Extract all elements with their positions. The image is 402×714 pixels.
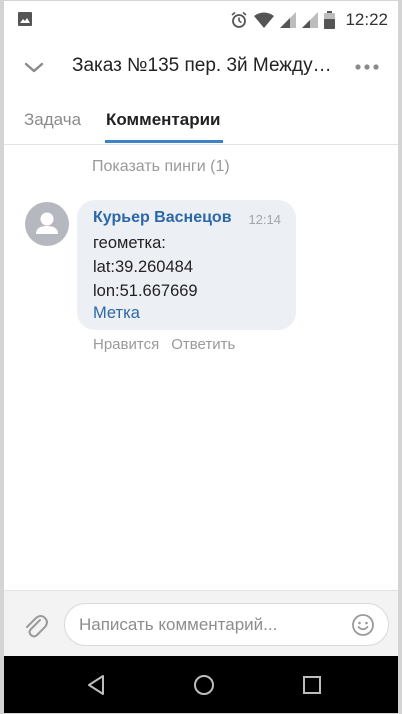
location-link[interactable]: Метка bbox=[93, 304, 140, 323]
comment-text-line: геометка: bbox=[93, 234, 166, 252]
like-button[interactable]: Нравится bbox=[93, 336, 159, 353]
status-icons: 12:22 bbox=[230, 10, 388, 30]
app-header: Заказ №135 пер. 3й Междунар bbox=[4, 41, 398, 93]
chevron-down-icon[interactable] bbox=[22, 56, 46, 78]
tab-task[interactable]: Задача bbox=[24, 110, 81, 130]
comment-input[interactable]: Написать комментарий... bbox=[64, 603, 389, 646]
phone-screen: 12:22 Заказ №135 пер. 3й Междунар Задача… bbox=[0, 0, 402, 714]
active-tab-indicator bbox=[105, 140, 223, 143]
more-options-icon[interactable] bbox=[354, 63, 380, 71]
paperclip-icon[interactable] bbox=[22, 611, 48, 639]
wifi-icon bbox=[254, 12, 275, 28]
battery-icon bbox=[324, 11, 336, 29]
avatar[interactable] bbox=[25, 202, 69, 246]
page-title: Заказ №135 пер. 3й Междунар bbox=[72, 55, 334, 76]
comment-composer: Написать комментарий... bbox=[4, 590, 398, 656]
gallery-icon bbox=[18, 12, 32, 26]
comment-actions: Нравится Ответить bbox=[93, 336, 235, 353]
comment-bubble: Курьер Васнецов 12:14 геометка: lat:39.2… bbox=[77, 200, 296, 330]
status-time: 12:22 bbox=[345, 10, 388, 29]
alarm-icon bbox=[231, 11, 247, 28]
show-pings-link[interactable]: Показать пинги (1) bbox=[92, 158, 230, 176]
system-nav-bar bbox=[4, 656, 398, 713]
signal-icon bbox=[302, 12, 319, 28]
comment-text-line: lat:39.260484 bbox=[93, 258, 194, 276]
comment-input-placeholder: Написать комментарий... bbox=[79, 615, 278, 634]
recent-apps-square-icon[interactable] bbox=[299, 672, 325, 698]
tab-comments[interactable]: Комментарии bbox=[106, 110, 220, 130]
signal-icon bbox=[280, 12, 297, 28]
user-icon bbox=[36, 212, 58, 234]
home-circle-icon[interactable] bbox=[191, 672, 217, 698]
back-triangle-icon[interactable] bbox=[84, 672, 110, 698]
comment-author[interactable]: Курьер Васнецов bbox=[93, 209, 232, 227]
comments-list: Показать пинги (1) Курьер Васнецов 12:14… bbox=[4, 146, 398, 590]
status-bar: 12:22 bbox=[4, 1, 398, 41]
reply-button[interactable]: Ответить bbox=[171, 336, 235, 353]
emoji-icon[interactable] bbox=[351, 613, 375, 637]
tab-bar: Задача Комментарии bbox=[4, 93, 398, 145]
comment-text-line: lon:51.667669 bbox=[93, 282, 198, 300]
comment-time: 12:14 bbox=[248, 212, 281, 227]
